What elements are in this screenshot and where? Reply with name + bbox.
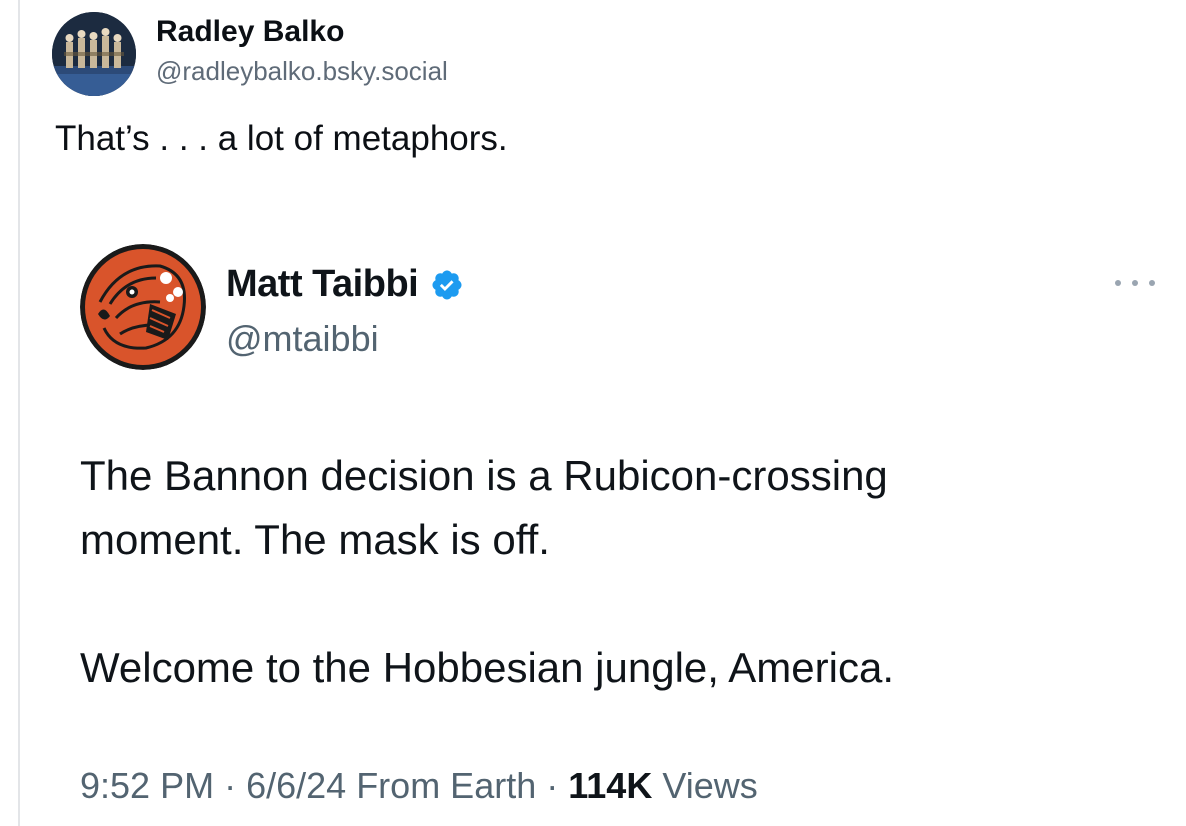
author-block: Radley Balko @radleybalko.bsky.social xyxy=(156,15,448,88)
quoted-post[interactable]: Matt Taibbi @mtaibbi The Bannon decision… xyxy=(60,232,1170,826)
quoted-author-handle[interactable]: @mtaibbi xyxy=(226,318,379,360)
thread-divider xyxy=(18,0,20,826)
quoted-line: Welcome to the Hobbesian jungle, America… xyxy=(80,644,894,691)
post-screenshot: Radley Balko @radleybalko.bsky.social Th… xyxy=(0,0,1186,826)
post-time[interactable]: 9:52 PM xyxy=(80,765,214,806)
author-name[interactable]: Radley Balko xyxy=(156,14,448,50)
quoted-post-meta: 9:52 PM · 6/6/24 From Earth · 114K Views xyxy=(80,762,758,810)
meta-separator: · xyxy=(214,765,247,806)
more-dot xyxy=(1132,280,1138,286)
author-handle[interactable]: @radleybalko.bsky.social xyxy=(156,54,448,88)
more-options-icon[interactable] xyxy=(1115,276,1155,290)
meta-separator: · xyxy=(536,765,569,806)
more-dot xyxy=(1115,280,1121,286)
quoted-line: The Bannon decision is a Rubicon-crossin… xyxy=(80,452,888,499)
post-header: Radley Balko @radleybalko.bsky.social xyxy=(52,12,448,96)
views-label: Views xyxy=(662,765,758,806)
quoted-author-name[interactable]: Matt Taibbi xyxy=(226,262,419,306)
views-count: 114K xyxy=(568,765,653,806)
more-dot xyxy=(1149,280,1155,286)
quoted-author-name-row: Matt Taibbi xyxy=(226,262,464,306)
verified-badge-icon xyxy=(432,270,462,300)
post-text: That’s . . . a lot of metaphors. xyxy=(55,119,508,158)
quoted-line: moment. The mask is off. xyxy=(80,516,550,563)
post-date[interactable]: 6/6/24 xyxy=(246,765,346,806)
quoted-post-text: The Bannon decision is a Rubicon-crossin… xyxy=(80,444,894,700)
quoted-author-avatar[interactable] xyxy=(80,244,206,370)
post-source: From Earth xyxy=(356,765,537,806)
author-avatar[interactable] xyxy=(52,12,136,96)
